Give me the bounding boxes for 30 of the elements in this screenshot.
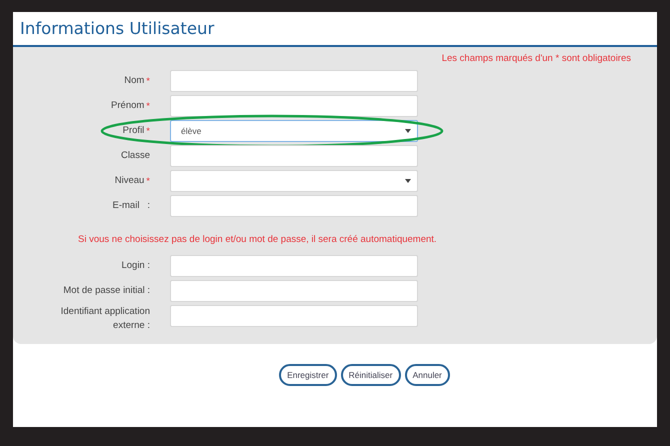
required-marker: * (146, 176, 150, 186)
field-label: Identifiant application externe : (60, 305, 150, 333)
page-title: Informations Utilisateur (20, 19, 214, 38)
input-field[interactable] (170, 95, 418, 117)
field-label: Login : (121, 259, 150, 273)
required-marker: * (146, 76, 150, 86)
required-note: Les champs marqués d'un * sont obligatoires (442, 53, 631, 66)
form-button[interactable]: Réinitialiser (340, 364, 401, 386)
dropdown[interactable] (170, 170, 418, 192)
field-label: E-mail : (112, 199, 150, 213)
form-button[interactable]: Annuler (404, 364, 450, 386)
required-marker: * (146, 100, 150, 112)
caret-icon (405, 129, 411, 133)
input-field[interactable] (170, 305, 418, 327)
login-note: Si vous ne choisissez pas de login et/ou mot de passe, il sera créé automatiquement. (78, 234, 437, 245)
field-label: Niveau (114, 174, 144, 188)
field-label: Nom (124, 74, 144, 88)
required-marker: * (146, 126, 150, 136)
field-label: Mot de passe initial : (63, 284, 150, 298)
dropdown[interactable]: élève (170, 120, 418, 142)
input-field[interactable] (170, 255, 418, 277)
input-field[interactable] (170, 145, 418, 167)
input-field[interactable] (170, 195, 418, 217)
input-field[interactable] (170, 70, 418, 92)
field-label: Prénom (111, 99, 144, 113)
input-field[interactable] (170, 280, 418, 302)
field-label: Profil (122, 124, 144, 138)
form-button[interactable]: Enregistrer (279, 364, 337, 386)
caret-icon (405, 179, 411, 183)
field-label: Classe (120, 149, 150, 163)
